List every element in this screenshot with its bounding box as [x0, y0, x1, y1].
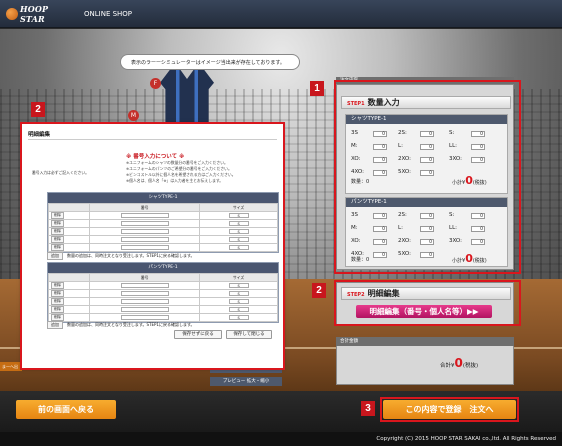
total-heading: 合計金額: [336, 337, 514, 346]
marker-f[interactable]: F: [150, 78, 161, 89]
highlight-step2: [334, 280, 521, 326]
shop-label: ONLINE SHOP: [84, 10, 133, 18]
left-strip: ま一へ出: [0, 362, 22, 371]
header: HOOP STAR ONLINE SHOP: [0, 0, 562, 28]
badge-3: 3: [361, 401, 375, 416]
preview-zoom-button[interactable]: プレビュー 拡大・縮小: [210, 377, 282, 386]
hoopstar-logo[interactable]: HOOP STAR: [6, 4, 76, 24]
highlight-modal: [20, 122, 285, 370]
badge-2-right: 2: [312, 283, 326, 298]
badge-2-left: 2: [31, 102, 45, 117]
total-value: 合計¥0(税抜): [440, 356, 479, 370]
preview-tooltip: 表示のラーーシミュレーターはイメージ当出来が存在しております。: [120, 54, 300, 70]
back-button[interactable]: 前の画面へ戻る: [16, 400, 116, 419]
highlight-step1: [334, 80, 521, 274]
logo-text: HOOP STAR: [19, 4, 49, 24]
submit-order-button[interactable]: この内容で登録 注文へ: [383, 400, 516, 419]
basketball-icon: [6, 8, 18, 20]
marker-m[interactable]: M: [128, 110, 139, 121]
copyright: Copyright (C) 2015 HOOP STAR SAKAI co.,l…: [0, 432, 562, 446]
badge-1: 1: [310, 81, 324, 96]
